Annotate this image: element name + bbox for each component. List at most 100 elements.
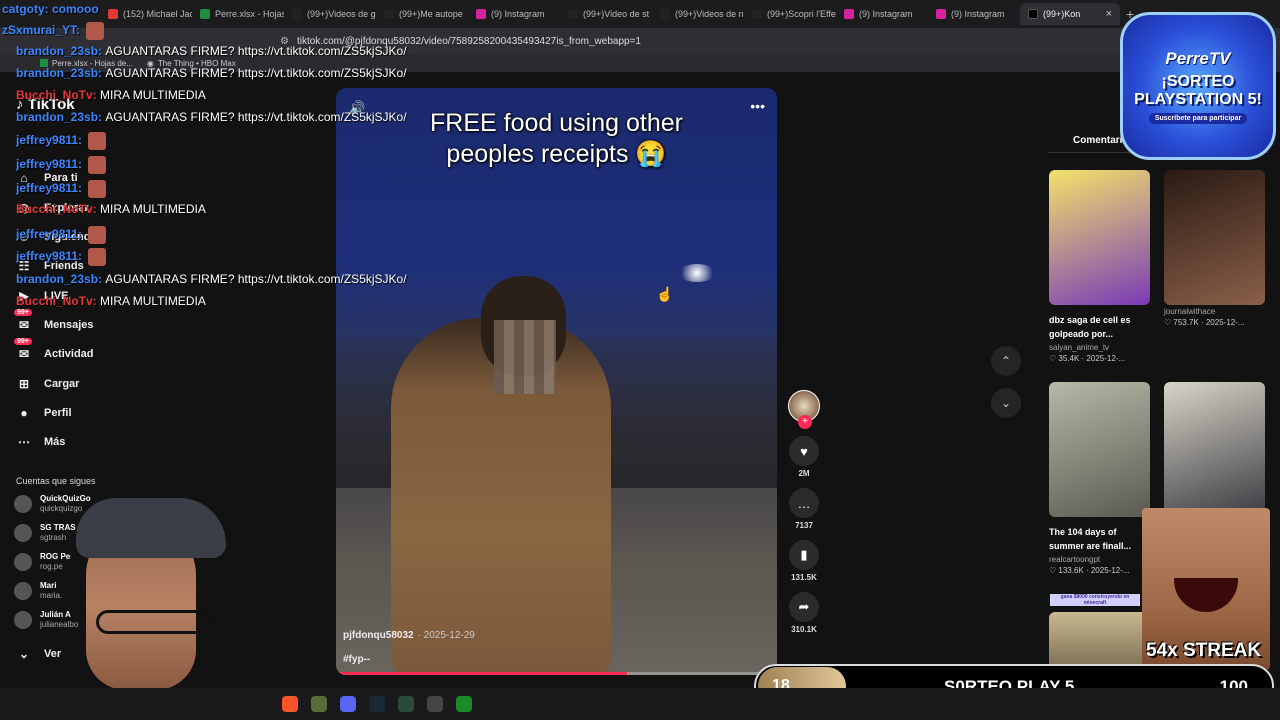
action-count: 2M <box>798 469 810 478</box>
activity-icon: ✉ 99+ <box>14 338 32 362</box>
video-author[interactable]: pjfdonqu58032 · 2025-12-29 <box>343 630 475 641</box>
tab-label: (99+)Me autope <box>399 9 463 19</box>
browser-tab[interactable]: (99+)Scopri l'Effe <box>744 3 836 25</box>
play-icon[interactable] <box>456 696 472 712</box>
related-thumbnail[interactable] <box>1164 170 1265 305</box>
browser-tab[interactable]: Perre.xlsx - Hojas <box>192 3 284 25</box>
overlay-giveaway-text: ¡SORTEO PLAYSTATION 5! <box>1134 72 1262 108</box>
tab-label: (9) Instagram <box>491 9 545 19</box>
related-meta: ♡ 753.7K · 2025-12-... <box>1164 318 1245 327</box>
related-video-card[interactable]: journalwithace ♡ 753.7K · 2025-12-... <box>1164 170 1265 327</box>
sidebar-item-label: Cargar <box>44 378 80 390</box>
tab-label: (9) Instagram <box>951 9 1005 19</box>
sidebar-item-mensajes[interactable]: ✉ 99+ Mensajes <box>14 309 94 333</box>
tab-favicon-icon <box>292 9 302 19</box>
bookmark-item[interactable]: ◉ The Thing • HBO Max <box>147 59 236 68</box>
sidebar-item-label: Actividad <box>44 348 94 360</box>
following-account[interactable]: Mari maria. <box>14 581 62 601</box>
tab-favicon-icon <box>752 9 762 19</box>
sidebar-item-friends[interactable]: ☷ Friends <box>16 258 84 274</box>
video-progress-fill <box>336 672 628 675</box>
avatar <box>14 524 32 542</box>
tab-favicon-icon <box>1028 9 1038 19</box>
browser-tab[interactable]: (99+)Video de st <box>560 3 652 25</box>
comment-button[interactable]: … 7137 <box>786 488 822 530</box>
sidebar-item-más[interactable]: ⋯ Más <box>16 434 65 450</box>
sidebar-item-explorar[interactable]: ◎ Explorar <box>16 200 89 216</box>
sidebar-item-siguiendo[interactable]: ☺ Siguiendo <box>16 229 97 245</box>
share-button[interactable]: ➦ 310.1K <box>786 592 822 634</box>
following-title: Cuentas que sigues <box>16 476 96 486</box>
overlay-title: PerreTV <box>1165 48 1231 68</box>
giveaway-overlay: PerreTV ¡SORTEO PLAYSTATION 5! Suscríbet… <box>1120 12 1276 160</box>
related-meta: ♡ 133.6K · 2025-12-... <box>1049 566 1130 575</box>
sidebar-item-perfil[interactable]: ● Perfil <box>16 405 71 421</box>
hbo-icon: ◉ <box>146 58 154 68</box>
sidebar-item-cargar[interactable]: ⊞ Cargar <box>16 376 80 392</box>
reaction-mouth <box>1174 578 1238 612</box>
streamer-webcam <box>56 490 236 690</box>
bookmark-item[interactable]: Perre.xlsx - Hojas de... <box>40 59 133 68</box>
browser-tab[interactable]: (9) Instagram <box>836 3 928 25</box>
streamer-cap <box>76 498 226 558</box>
sidebar-item-actividad[interactable]: ✉ 99+ Actividad <box>14 338 94 362</box>
live-icon: ▶ <box>19 289 29 303</box>
related-video-card[interactable] <box>1164 382 1265 517</box>
related-meta: ♡ 35.4K · 2025-12-... <box>1049 354 1126 363</box>
url-input[interactable]: ⚙ tiktok.com/@pjfdonqu58032/video/758925… <box>280 31 1000 51</box>
next-video-button[interactable]: ⌄ <box>991 388 1021 418</box>
messages-icon: ✉ 99+ <box>14 309 32 333</box>
tab-label: (99+)Video de st <box>583 9 650 19</box>
video-player[interactable]: 🔊 ••• FREE food using other peoples rece… <box>336 88 777 675</box>
tiktok-logo[interactable]: ♪ TikTok <box>16 96 75 113</box>
bookmark-button[interactable]: ▮ 131.5K <box>786 540 822 582</box>
bookmarks-bar: Perre.xlsx - Hojas de... ◉ The Thing • HB… <box>0 54 1280 72</box>
close-icon[interactable]: × <box>1106 8 1112 20</box>
related-video-card[interactable]: The 104 days of summer are finall... real… <box>1049 382 1150 575</box>
related-thumbnail[interactable] <box>1049 612 1150 672</box>
heart-button[interactable]: ♥ 2M <box>786 436 822 478</box>
related-video-card[interactable]: dbz saga de cell es golpeado por... saiya… <box>1049 170 1150 363</box>
browser-tab-active[interactable]: (99+)Kon × <box>1020 3 1120 25</box>
browser-tab-bar: (152) Michael Jac Perre.xlsx - Hojas (99+)… <box>0 0 1280 28</box>
site-settings-icon[interactable]: ⚙ <box>280 36 289 47</box>
tab-label: (152) Michael Jac <box>123 9 192 19</box>
related-author: saiyan_anime_tv <box>1049 343 1110 352</box>
tab-label: (9) Instagram <box>859 9 913 19</box>
browser-tab[interactable]: (99+)Videos de g <box>284 3 376 25</box>
avatar <box>14 611 32 629</box>
steam-icon[interactable] <box>369 696 385 712</box>
sidebar-item-live[interactable]: ▶ LIVE <box>16 288 68 304</box>
related-title: dbz saga de cell es golpeado por... <box>1049 315 1131 339</box>
sidebar-item-label: Friends <box>44 260 84 272</box>
related-thumbnail[interactable] <box>1049 170 1150 305</box>
os-taskbar <box>0 688 1280 720</box>
browser-tab[interactable]: (99+)Me autope <box>376 3 468 25</box>
video-progress-bar[interactable] <box>336 672 777 675</box>
sidebar-item-label: Explorar <box>44 202 89 214</box>
tab-label: Perre.xlsx - Hojas <box>215 9 284 19</box>
tiktok-note-icon: ♪ <box>16 96 24 113</box>
author-avatar[interactable]: + <box>788 390 820 429</box>
see-more-following[interactable]: ⌄ Ver <box>16 646 61 662</box>
video-hashtag[interactable]: #fyp-- <box>343 654 370 665</box>
related-thumbnail[interactable] <box>1049 382 1150 517</box>
previous-video-button[interactable]: ⌃ <box>991 346 1021 376</box>
follow-plus-icon[interactable]: + <box>798 415 812 429</box>
obs-icon[interactable] <box>427 696 443 712</box>
browser-tab[interactable]: (9) Instagram <box>468 3 560 25</box>
browser-tab[interactable]: (152) Michael Jac <box>100 3 192 25</box>
bookmark-icon: ▮ <box>789 540 819 570</box>
video-date: · 2025-12-29 <box>417 630 475 641</box>
terminal-icon[interactable] <box>398 696 414 712</box>
tab-label: (99+)Videos de g <box>307 9 376 19</box>
avatar <box>14 553 32 571</box>
related-thumbnail[interactable] <box>1164 382 1265 517</box>
discord-icon[interactable] <box>340 696 356 712</box>
brave-icon[interactable] <box>282 696 298 712</box>
browser-tab[interactable]: (9) Instagram <box>928 3 1020 25</box>
sidebar-item-para-ti[interactable]: ⌂ Para ti <box>16 170 77 186</box>
browser-tab[interactable]: (99+)Videos de n <box>652 3 744 25</box>
app-icon[interactable] <box>311 696 327 712</box>
tab-favicon-icon <box>476 9 486 19</box>
